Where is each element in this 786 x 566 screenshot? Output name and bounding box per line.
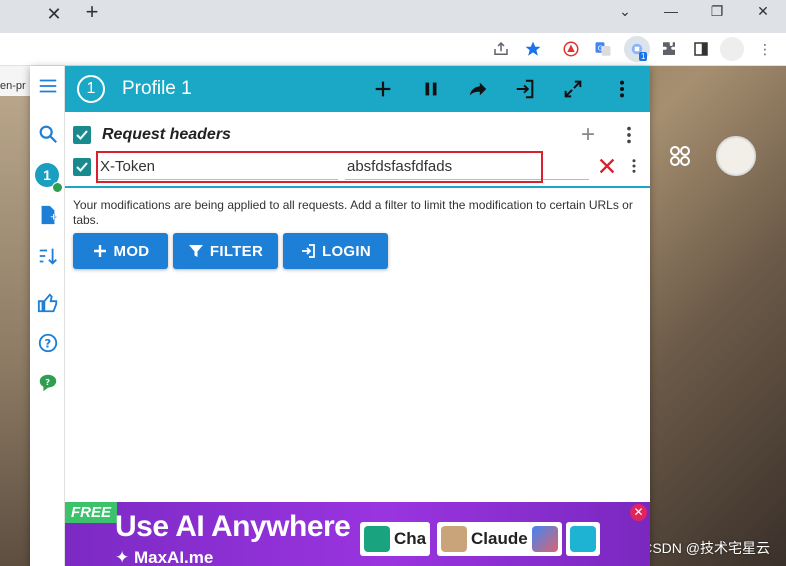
extension-red-icon[interactable] bbox=[560, 38, 582, 60]
pause-icon[interactable] bbox=[419, 77, 443, 101]
watermark: CSDN @技术宅星云 bbox=[642, 540, 770, 556]
sort-icon[interactable] bbox=[36, 244, 60, 268]
mod-button-label: MOD bbox=[113, 242, 150, 260]
add-mod-button[interactable]: MOD bbox=[73, 233, 168, 269]
minimize-icon[interactable]: — bbox=[648, 0, 694, 24]
bookmark-star-icon[interactable] bbox=[522, 38, 544, 60]
profile-avatar[interactable] bbox=[720, 37, 744, 61]
translate-icon[interactable]: G bbox=[592, 38, 614, 60]
plus-icon bbox=[93, 245, 106, 257]
ad-chip-bing bbox=[566, 522, 600, 556]
hamburger-menu-icon[interactable] bbox=[36, 74, 60, 98]
ad-chip-chatgpt: Cha bbox=[360, 522, 431, 556]
login-button-icon bbox=[302, 244, 315, 258]
help-icon[interactable]: ? bbox=[36, 331, 60, 355]
profile-title[interactable]: Profile 1 bbox=[122, 78, 192, 100]
tab-close-icon[interactable]: ✕ bbox=[42, 2, 66, 26]
row-more-icon[interactable] bbox=[625, 155, 643, 177]
chatgpt-icon bbox=[364, 526, 390, 552]
ad-title: Use AI Anywhere bbox=[115, 510, 351, 543]
modheader-extension-icon[interactable]: 1 bbox=[624, 36, 650, 62]
share-icon[interactable] bbox=[490, 38, 512, 60]
svg-text:?: ? bbox=[45, 377, 50, 387]
section-divider bbox=[65, 186, 650, 188]
extension-badge: 1 bbox=[639, 52, 648, 61]
filter-button-label: FILTER bbox=[209, 242, 264, 260]
page-left-strip bbox=[0, 66, 30, 566]
ad-close-icon[interactable]: ✕ bbox=[630, 504, 647, 521]
tab-search-icon[interactable]: ⌄ bbox=[602, 0, 648, 24]
popup-sidebar: 1 ? ? bbox=[30, 66, 65, 566]
login-button-label: LOGIN bbox=[322, 242, 371, 260]
page-user-avatar[interactable] bbox=[716, 136, 756, 176]
request-headers-checkbox[interactable] bbox=[73, 126, 91, 144]
add-file-icon[interactable] bbox=[36, 203, 60, 227]
filter-notice: Your modifications are being applied to … bbox=[73, 198, 633, 227]
thumbs-up-icon[interactable] bbox=[36, 291, 60, 315]
bing-icon bbox=[570, 526, 596, 552]
feedback-icon[interactable]: ? bbox=[36, 371, 60, 395]
login-button[interactable]: LOGIN bbox=[283, 233, 388, 269]
request-headers-title: Request headers bbox=[102, 126, 231, 143]
ad-chip-claude: Claude bbox=[437, 522, 532, 556]
window-close-icon[interactable]: ✕ bbox=[740, 0, 786, 24]
login-icon[interactable] bbox=[513, 77, 537, 101]
ad-subtitle: ✦ MaxAI.me bbox=[115, 548, 214, 566]
profile-header: 1 Profile 1 bbox=[65, 66, 650, 112]
share-forward-icon[interactable] bbox=[466, 77, 490, 101]
side-panel-icon[interactable] bbox=[690, 38, 712, 60]
ad-free-badge: FREE bbox=[65, 502, 118, 523]
profile-number-badge: 1 bbox=[77, 75, 105, 103]
search-icon[interactable] bbox=[36, 122, 60, 146]
page-url-fragment: en-pr bbox=[0, 80, 26, 92]
ad-banner[interactable]: FREE Use AI Anywhere ✦ MaxAI.me Cha Clau… bbox=[65, 502, 650, 566]
svg-text:G: G bbox=[598, 45, 603, 53]
active-check-icon bbox=[52, 182, 63, 193]
browser-menu-icon[interactable]: ⋮ bbox=[754, 38, 776, 60]
add-filter-button[interactable]: FILTER bbox=[173, 233, 278, 269]
grid-icon[interactable] bbox=[668, 144, 692, 168]
section-more-icon[interactable] bbox=[618, 124, 640, 146]
ad-chip-gemini bbox=[528, 522, 562, 556]
more-vert-icon[interactable] bbox=[610, 77, 634, 101]
expand-icon[interactable] bbox=[561, 77, 585, 101]
modheader-popup: 1 ? ? 1 Profile 1 Request headers + X-To… bbox=[30, 66, 650, 566]
restore-icon[interactable]: ❐ bbox=[694, 0, 740, 24]
highlight-box bbox=[96, 151, 543, 183]
add-icon[interactable] bbox=[371, 77, 395, 101]
browser-toolbar: G 1 ⋮ bbox=[0, 33, 786, 66]
add-header-icon[interactable]: + bbox=[577, 123, 599, 147]
delete-row-icon[interactable] bbox=[596, 155, 618, 177]
claude-icon bbox=[441, 526, 467, 552]
tab-strip: ✕ + ⌄ — ❐ ✕ bbox=[0, 0, 786, 33]
extensions-puzzle-icon[interactable] bbox=[658, 38, 680, 60]
filter-icon bbox=[188, 245, 203, 257]
svg-text:?: ? bbox=[44, 337, 51, 351]
header-row-checkbox[interactable] bbox=[73, 158, 91, 176]
new-tab-button[interactable]: + bbox=[80, 0, 104, 24]
gemini-icon bbox=[532, 526, 558, 552]
